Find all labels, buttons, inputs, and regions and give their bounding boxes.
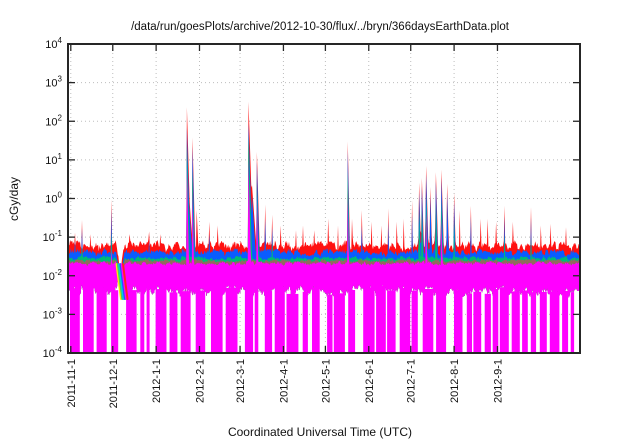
- y-tick-label: 10-1: [43, 229, 63, 244]
- y-tick-label: 100: [45, 191, 62, 206]
- y-tick-label: 104: [45, 36, 62, 51]
- x-tick-label: 2011-12-1: [108, 359, 120, 408]
- x-tick-label: 2012-5-1: [320, 359, 332, 403]
- x-tick-label: 2012-7-1: [406, 359, 418, 403]
- axes: 104 103 102 101 100 10-1 10-2 10-3 10-42011-11-1…: [43, 36, 580, 408]
- series-area-dose-magenta: [68, 161, 580, 298]
- series-areas: [68, 102, 580, 298]
- x-tick-label: 2012-1-1: [151, 359, 163, 403]
- y-tick-label: 103: [45, 75, 62, 90]
- dropout-bars: [70, 285, 574, 352]
- y-tick-label: 10-2: [43, 268, 63, 283]
- x-tick-label: 2011-11-1: [66, 359, 78, 408]
- x-tick-label: 2012-4-1: [278, 359, 290, 403]
- plot-window: /data/run/goesPlots/archive/2012-10-30/f…: [0, 0, 640, 448]
- y-tick-label: 102: [45, 113, 62, 128]
- y-tick-label: 10-3: [43, 306, 63, 321]
- x-tick-label: 2012-8-1: [449, 359, 461, 403]
- x-tick-label: 2012-9-1: [492, 359, 504, 403]
- chart-canvas: 104 103 102 101 100 10-1 10-2 10-3 10-42011-11-1…: [0, 0, 640, 448]
- x-tick-label: 2012-6-1: [364, 359, 376, 403]
- x-tick-label: 2012-3-1: [235, 359, 247, 403]
- x-tick-label: 2012-2-1: [194, 359, 206, 403]
- y-tick-label: 10-4: [43, 345, 63, 360]
- y-tick-label: 101: [45, 152, 62, 167]
